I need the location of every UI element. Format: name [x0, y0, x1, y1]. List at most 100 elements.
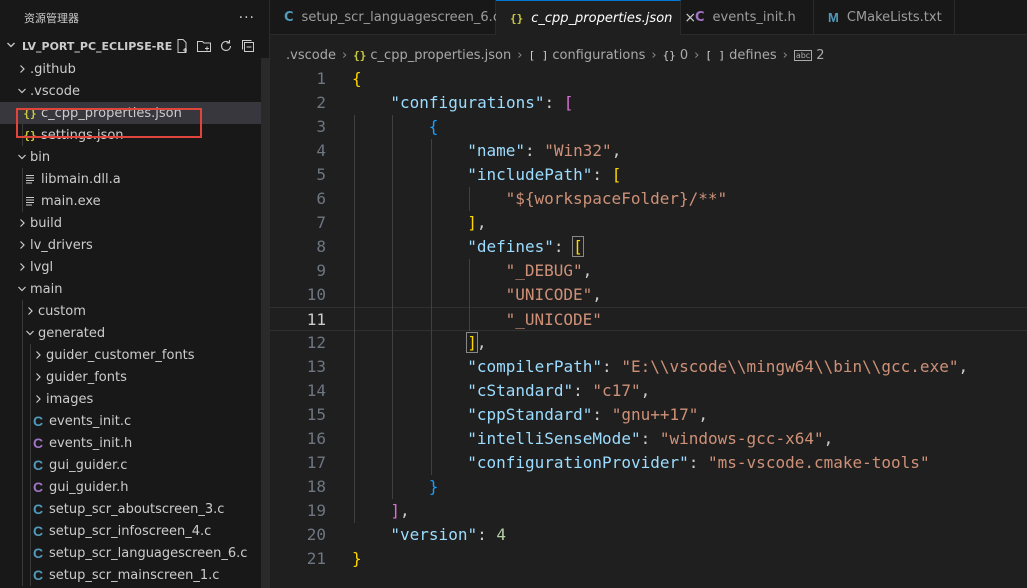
tree-item-label: setup_scr_infoscreen_4.c	[49, 523, 212, 539]
tree-item-lvgl[interactable]: lvgl	[0, 256, 269, 278]
string-icon: abc	[793, 49, 813, 61]
chevron-right-icon: ›	[651, 47, 657, 63]
breadcrumb-index[interactable]: 0	[680, 48, 688, 63]
c-file-icon: C	[284, 10, 294, 25]
tab-cmakelists-txt[interactable]: M CMakeLists.txt	[814, 0, 955, 35]
c-file-icon: C	[32, 545, 44, 561]
tree-item-main-exe[interactable]: main.exe	[0, 190, 269, 212]
chevron-right-icon	[14, 262, 30, 272]
tab-setup-scr-languagescreen-6-c[interactable]: Csetup_scr_languagescreen_6.c	[270, 0, 500, 35]
tree-item-custom[interactable]: custom	[0, 300, 269, 322]
project-root[interactable]: LV_PORT_PC_ECLIPSE-RE...	[0, 35, 269, 57]
tree-item-label: c_cpp_properties.json	[41, 105, 182, 121]
tree-item-setup-scr-mainscreen-1-c[interactable]: Csetup_scr_mainscreen_1.c	[0, 564, 269, 586]
code-text: "name": "Win32",	[467, 141, 622, 160]
tree-item-label: gui_guider.h	[49, 479, 129, 495]
tree-item-gui-guider-c[interactable]: Cgui_guider.c	[0, 454, 269, 476]
file-tree: .github .vscode {} c_cpp_properties.json {} s…	[0, 58, 269, 586]
more-actions-icon[interactable]: ···	[239, 10, 255, 26]
new-folder-icon[interactable]	[195, 37, 213, 55]
code-line: 10 "UNICODE",	[270, 283, 1027, 307]
tree-item-images[interactable]: images	[0, 388, 269, 410]
explorer-title: 资源管理器	[24, 11, 79, 25]
tree-item-setup-scr-infoscreen-4-c[interactable]: Csetup_scr_infoscreen_4.c	[0, 520, 269, 542]
code-line: 12],	[270, 331, 1027, 355]
tree-item-main[interactable]: main	[0, 278, 269, 300]
tree-item-label: guider_customer_fonts	[46, 347, 195, 363]
line-number: 6	[316, 189, 326, 208]
tree-item-events-init-c[interactable]: Cevents_init.c	[0, 410, 269, 432]
tree-item-bin[interactable]: bin	[0, 146, 269, 168]
c-file-icon: C	[32, 523, 44, 539]
tree-item-events-init-h[interactable]: Cevents_init.h	[0, 432, 269, 454]
breadcrumb-configurations[interactable]: configurations	[552, 48, 645, 63]
line-number: 2	[316, 93, 326, 112]
line-number: 15	[306, 405, 326, 424]
chevron-right-icon: ›	[694, 47, 700, 63]
header-file-icon: C	[32, 435, 44, 451]
code-text: }	[352, 549, 362, 568]
tree-item-lv-drivers[interactable]: lv_drivers	[0, 234, 269, 256]
refresh-icon[interactable]	[217, 37, 235, 55]
breadcrumb-item[interactable]: 2	[816, 48, 824, 63]
tree-item-generated[interactable]: generated	[0, 322, 269, 344]
tree-item-label: settings.json	[41, 127, 124, 143]
tab-events-init-h[interactable]: Cevents_init.h	[681, 0, 814, 35]
tree-item-label: setup_scr_aboutscreen_3.c	[49, 501, 225, 517]
tree-item-setup-scr-aboutscreen-3-c[interactable]: Csetup_scr_aboutscreen_3.c	[0, 498, 269, 520]
code-editor[interactable]: 1{2 "configurations": [3{4 "name": "Win32"…	[270, 66, 1027, 588]
tree-item-settings-json[interactable]: {} settings.json	[0, 124, 269, 146]
chevron-down-icon	[14, 86, 30, 96]
code-line: 1{	[270, 67, 1027, 91]
text-file-icon	[22, 174, 38, 185]
tree-item-guider-fonts[interactable]: guider_fonts	[0, 366, 269, 388]
code-text: "compilerPath": "E:\\vscode\\mingw64\\bi…	[467, 357, 969, 376]
chevron-right-icon	[14, 218, 30, 228]
line-number: 5	[316, 165, 326, 184]
tree-item-vscode[interactable]: .vscode	[0, 80, 269, 102]
sidebar-scrollbar[interactable]	[261, 58, 269, 588]
code-line: 20 "version": 4	[270, 523, 1027, 547]
chevron-right-icon	[14, 240, 30, 250]
chevron-right-icon: ›	[517, 47, 523, 63]
tree-item-gui-guider-h[interactable]: Cgui_guider.h	[0, 476, 269, 498]
line-number: 12	[306, 333, 326, 352]
line-number: 9	[316, 261, 326, 280]
tree-item-libmain-dll-a[interactable]: libmain.dll.a	[0, 168, 269, 190]
line-number: 20	[306, 525, 326, 544]
code-line: 11 "_UNICODE"	[270, 307, 1027, 331]
tree-item-guider-customer-fonts[interactable]: guider_customer_fonts	[0, 344, 269, 366]
chevron-right-icon: ›	[782, 47, 788, 63]
tree-item-setup-scr-languagescreen-6-c[interactable]: Csetup_scr_languagescreen_6.c	[0, 542, 269, 564]
breadcrumb-file[interactable]: c_cpp_properties.json	[370, 48, 511, 63]
line-number: 18	[306, 477, 326, 496]
tree-item-label: gui_guider.c	[49, 457, 128, 473]
json-file-icon: {}	[23, 106, 37, 120]
indent-guide	[354, 115, 355, 523]
tree-item-label: bin	[30, 149, 51, 165]
new-file-icon[interactable]	[173, 37, 191, 55]
tree-item-label: guider_fonts	[46, 369, 127, 385]
breadcrumb-folder[interactable]: .vscode	[286, 48, 336, 63]
tree-item-label: .vscode	[30, 83, 80, 99]
indent-guide	[22, 300, 23, 586]
tab-c-cpp-properties-json[interactable]: {} c_cpp_properties.json ×	[496, 0, 696, 35]
code-text: ],	[390, 501, 410, 520]
code-text: }	[428, 477, 439, 496]
tree-item-label: lvgl	[30, 259, 54, 275]
code-line: 15 "cppStandard": "gnu++17",	[270, 403, 1027, 427]
code-text: {	[352, 69, 362, 88]
code-text: "_DEBUG",	[505, 261, 593, 280]
code-text: {	[428, 117, 439, 136]
collapse-all-icon[interactable]	[239, 37, 257, 55]
tree-item-c-cpp-properties-json[interactable]: {} c_cpp_properties.json	[0, 102, 269, 124]
tree-item-label: .github	[30, 61, 76, 77]
tree-item-github[interactable]: .github	[0, 58, 269, 80]
breadcrumb-defines[interactable]: defines	[729, 48, 776, 63]
chevron-down-icon	[14, 152, 30, 162]
tree-item-build[interactable]: build	[0, 212, 269, 234]
chevron-down-icon	[22, 328, 38, 338]
c-file-icon: C	[32, 567, 44, 583]
array-icon: [ ]	[705, 48, 726, 62]
line-number: 3	[316, 117, 326, 136]
